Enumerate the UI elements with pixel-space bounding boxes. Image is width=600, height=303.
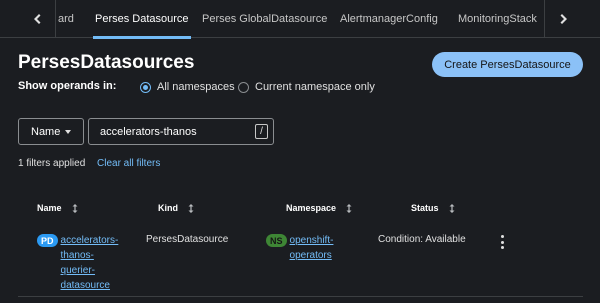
- scroll-left-button[interactable]: [18, 0, 56, 38]
- tab-bar: ard Perses Datasource Perses GlobalDatas…: [0, 0, 600, 39]
- column-header-name[interactable]: Name: [37, 203, 78, 213]
- table-row-namespace-cell: NS openshift- operators: [266, 233, 350, 263]
- chevron-left-icon: [33, 14, 40, 24]
- sort-icon: [449, 203, 455, 213]
- radio-current-namespace[interactable]: Current namespace only: [238, 81, 375, 93]
- page-title: PersesDatasources: [18, 52, 195, 73]
- radio-label: All namespaces: [157, 81, 235, 93]
- filter-type-label: Name: [31, 125, 61, 138]
- sort-icon: [188, 203, 194, 213]
- tab-perses-globaldatasource[interactable]: Perses GlobalDatasource: [202, 0, 327, 38]
- table-row-name-cell: PD accelerators- thanos- querier- dataso…: [37, 233, 121, 293]
- ns-badge: NS: [266, 234, 287, 247]
- radio-button-checked[interactable]: [140, 81, 151, 93]
- chevron-right-icon: [560, 14, 567, 24]
- filter-type-select[interactable]: Name: [18, 118, 84, 145]
- pd-badge: PD: [37, 234, 58, 247]
- tab-dashboard[interactable]: ard: [58, 0, 74, 38]
- radio-all-namespaces[interactable]: All namespaces: [140, 81, 235, 93]
- show-operands-label: Show operands in:: [18, 80, 117, 92]
- clear-all-filters-link[interactable]: Clear all filters: [97, 158, 160, 169]
- slash-shortcut-icon: /: [255, 124, 268, 139]
- sort-icon: [72, 203, 78, 213]
- column-header-status[interactable]: Status: [411, 203, 455, 213]
- filters-applied-text: 1 filters applied: [18, 158, 86, 169]
- tab-monitoringstack[interactable]: MonitoringStack: [458, 0, 537, 38]
- column-header-kind[interactable]: Kind: [158, 203, 194, 213]
- datasource-name-link[interactable]: accelerators- thanos- querier- datasourc…: [61, 233, 121, 293]
- kebab-menu-icon[interactable]: [497, 235, 507, 249]
- row-divider: [18, 296, 583, 297]
- kind-cell: PersesDatasource: [146, 234, 229, 245]
- sort-icon: [346, 203, 352, 213]
- tab-perses-datasource[interactable]: Perses Datasource: [93, 0, 191, 39]
- name-filter-input[interactable]: accelerators-thanos /: [88, 118, 274, 145]
- namespace-link[interactable]: openshift- operators: [290, 233, 350, 263]
- radio-button[interactable]: [238, 81, 249, 93]
- status-cell: Condition: Available: [378, 234, 466, 245]
- create-persesdatasource-button[interactable]: Create PersesDatasource: [432, 52, 583, 77]
- tab-alertmanagerconfig[interactable]: AlertmanagerConfig: [340, 0, 438, 38]
- scroll-right-button[interactable]: [544, 0, 582, 38]
- filter-value: accelerators-thanos: [100, 125, 197, 138]
- caret-down-icon: [65, 130, 71, 134]
- radio-label: Current namespace only: [255, 81, 375, 93]
- column-header-namespace[interactable]: Namespace: [286, 203, 352, 213]
